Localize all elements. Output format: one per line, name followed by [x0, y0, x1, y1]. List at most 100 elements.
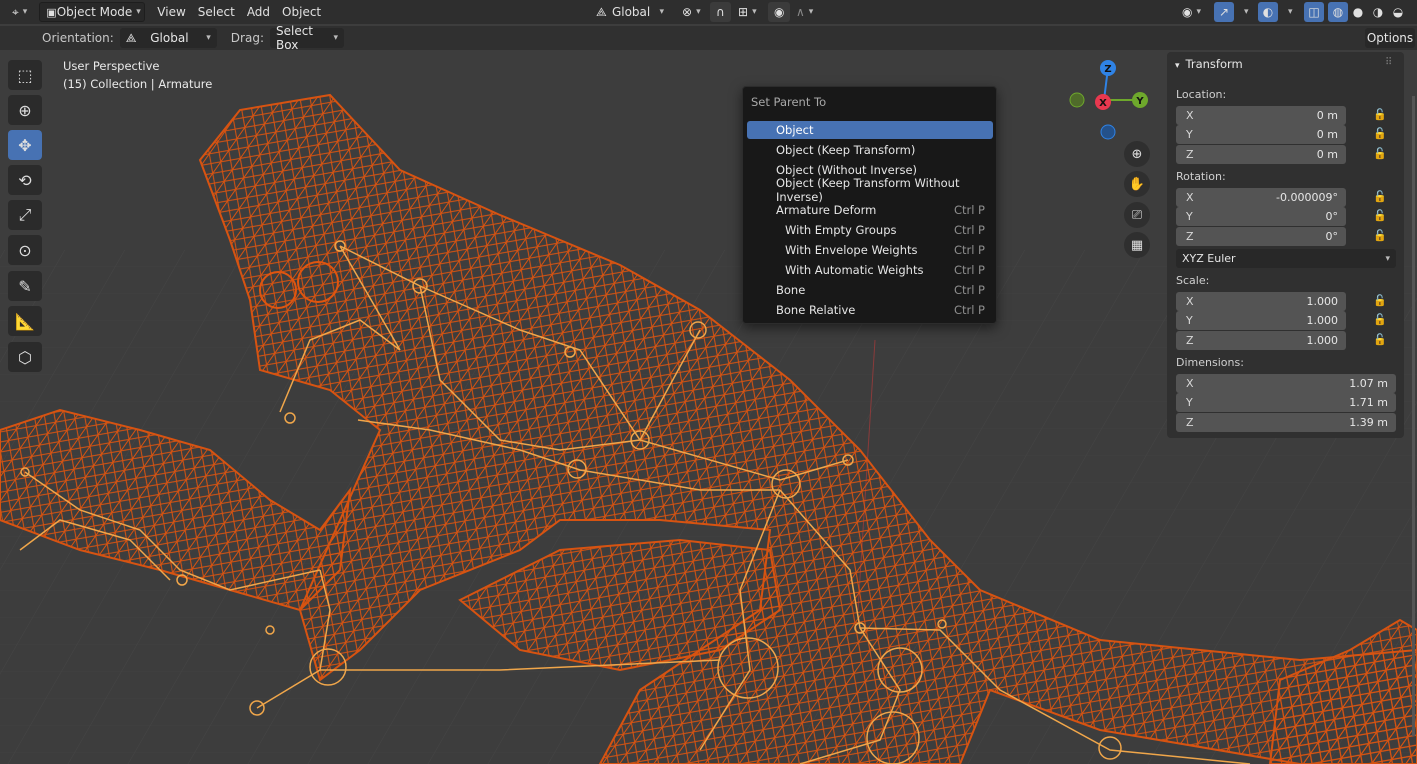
snap-toggle-button[interactable]: ∩ — [710, 2, 731, 22]
drag-dropdown[interactable]: Select Box ▾ — [269, 24, 344, 52]
pivot-point-button[interactable]: ⊗ ▾ — [676, 2, 707, 22]
visibility-button[interactable]: ◉ ▾ — [1176, 2, 1207, 22]
axis-label: Y — [1186, 314, 1193, 327]
pan-button[interactable]: ✋ — [1124, 171, 1150, 197]
chevron-down-icon: ▾ — [1288, 7, 1293, 17]
mode-dropdown[interactable]: ▣ Object Mode ▾ — [39, 2, 146, 22]
rotation-y-field[interactable]: Y 0° — [1176, 207, 1346, 226]
menu-item-object[interactable]: Object — [747, 121, 993, 139]
menu-item-object-keep-transform[interactable]: Object (Keep Transform) — [747, 141, 993, 159]
rotation-z-field[interactable]: Z 0° — [1176, 227, 1346, 246]
menu-select[interactable]: Select — [192, 2, 241, 22]
proportional-edit-button[interactable]: ◉ — [768, 2, 791, 22]
neg-z-axis-handle[interactable] — [1100, 124, 1116, 140]
scale-icon: ⤢ — [18, 205, 32, 224]
chevron-down-icon: ▾ — [206, 33, 211, 43]
xray-toggle-button[interactable]: ◫ — [1304, 2, 1324, 22]
select-box-tool[interactable]: ⬚ — [8, 60, 42, 90]
transform-panel-header[interactable]: ▾ Transform — [1175, 57, 1243, 71]
axis-label: Y — [1186, 128, 1193, 141]
unlock-icon[interactable]: 🔓 — [1373, 294, 1387, 308]
menu-item-bone-relative[interactable]: Bone Relative Ctrl P — [747, 301, 993, 319]
select-box-icon: ⬚ — [17, 65, 33, 85]
location-z-field[interactable]: Z 0 m — [1176, 145, 1346, 164]
axis-label: Y — [1186, 210, 1193, 223]
annotate-tool[interactable]: ✎ — [8, 271, 42, 301]
location-y-field[interactable]: Y 0 m — [1176, 125, 1346, 144]
field-value: 1.000 — [1306, 334, 1339, 347]
falloff-button[interactable]: ∧ ▾ — [790, 2, 819, 22]
unlock-icon[interactable]: 🔓 — [1373, 127, 1387, 141]
transform-tool[interactable]: ⊙ — [8, 235, 42, 265]
unlock-icon[interactable]: 🔓 — [1373, 209, 1387, 223]
menu-item-with-automatic-weights[interactable]: With Automatic Weights Ctrl P — [747, 261, 993, 279]
menu-add[interactable]: Add — [241, 2, 276, 22]
viewport-collection-label: (15) Collection | Armature — [63, 77, 213, 91]
unlock-icon[interactable]: 🔓 — [1373, 313, 1387, 327]
annotate-pen-icon: ✎ — [18, 276, 32, 296]
scale-tool[interactable]: ⤢ — [8, 200, 42, 230]
move-tool[interactable]: ✥ — [8, 130, 42, 160]
menu-view[interactable]: View — [151, 2, 191, 22]
unlock-icon[interactable]: 🔓 — [1373, 229, 1387, 243]
measure-tool[interactable]: 📐 — [8, 306, 42, 336]
add-cube-tool[interactable]: ⬡ — [8, 342, 42, 372]
menu-item-object-keep-transform-without-inverse[interactable]: Object (Keep Transform Without Inverse) — [747, 176, 993, 204]
menu-item-with-envelope-weights[interactable]: With Envelope Weights Ctrl P — [747, 241, 993, 259]
shading-material-button[interactable]: ◑ — [1368, 2, 1388, 22]
toolbar: ⬚ ⊕ ✥ ⟲ ⤢ ⊙ ✎ 📐 ⬡ — [8, 60, 46, 377]
chevron-down-icon: ▾ — [696, 7, 701, 17]
drag-handle-icon[interactable]: ⠿ — [1385, 57, 1392, 68]
orientation-dropdown[interactable]: ⟁ Global ▾ — [119, 28, 217, 48]
axis-label: X — [1186, 191, 1194, 204]
rotation-x-field[interactable]: X -0.000009° — [1176, 188, 1346, 207]
dimensions-z-field[interactable]: Z 1.39 m — [1176, 413, 1396, 432]
menu-item-with-empty-groups[interactable]: With Empty Groups Ctrl P — [747, 221, 993, 239]
rotate-tool[interactable]: ⟲ — [8, 165, 42, 195]
menu-item-label: Object (Keep Transform) — [776, 143, 916, 157]
neg-y-axis-handle[interactable] — [1069, 92, 1085, 108]
scale-x-field[interactable]: X 1.000 — [1176, 292, 1346, 311]
unlock-icon[interactable]: 🔓 — [1373, 333, 1387, 347]
location-label: Location: — [1176, 88, 1227, 101]
field-value: 0 m — [1316, 148, 1338, 161]
editor-type-button[interactable]: ⌖ ▾ — [6, 2, 33, 22]
camera-view-button[interactable]: ⎚ — [1124, 202, 1150, 228]
gizmo-options-button[interactable]: ▾ — [1234, 2, 1255, 22]
navigation-gizmo[interactable]: Z Y X — [1060, 56, 1150, 146]
perspective-toggle-button[interactable]: ▦ — [1124, 232, 1150, 258]
unlock-icon[interactable]: 🔓 — [1373, 108, 1387, 122]
options-button[interactable]: Options — [1365, 28, 1415, 48]
menu-item-label: With Empty Groups — [785, 223, 897, 237]
menu-item-bone[interactable]: Bone Ctrl P — [747, 281, 993, 299]
chevron-down-icon: ▾ — [808, 7, 814, 17]
unlock-icon[interactable]: 🔓 — [1373, 190, 1387, 204]
menu-item-shortcut: Ctrl P — [953, 303, 985, 317]
cursor-tool[interactable]: ⊕ — [8, 95, 42, 125]
snap-target-button[interactable]: ⊞ ▾ — [732, 2, 763, 22]
editor-type-icon: ⌖ — [12, 4, 19, 19]
field-value: 0° — [1325, 210, 1339, 223]
menu-item-shortcut: Ctrl P — [953, 203, 985, 217]
gizmo-toggle-button[interactable]: ↗ — [1214, 2, 1234, 22]
z-axis-label: Z — [1104, 64, 1111, 75]
location-x-field[interactable]: X 0 m — [1176, 106, 1346, 125]
shading-rendered-button[interactable]: ◒ — [1388, 2, 1408, 22]
dimensions-x-field[interactable]: X 1.07 m — [1176, 374, 1396, 393]
shading-solid-button[interactable]: ● — [1348, 2, 1368, 22]
transform-orientation-dropdown[interactable]: ⟁ Global ▾ — [590, 2, 670, 22]
shading-wireframe-button[interactable]: ◍ — [1328, 2, 1348, 22]
options-label: Options — [1366, 31, 1414, 45]
overlays-options-button[interactable]: ▾ — [1278, 2, 1299, 22]
overlays-toggle-button[interactable]: ◐ — [1258, 2, 1278, 22]
unlock-icon[interactable]: 🔓 — [1373, 147, 1387, 161]
zoom-button[interactable]: ⊕ — [1124, 141, 1150, 167]
dimensions-y-field[interactable]: Y 1.71 m — [1176, 393, 1396, 412]
scale-z-field[interactable]: Z 1.000 — [1176, 331, 1346, 350]
menu-item-armature-deform[interactable]: Armature Deform Ctrl P — [747, 201, 993, 219]
menu-object[interactable]: Object — [276, 2, 327, 22]
rotation-mode-dropdown[interactable]: XYZ Euler ▾ — [1176, 249, 1396, 268]
sidebar-resize-handle[interactable] — [1412, 96, 1415, 736]
scale-y-field[interactable]: Y 1.000 — [1176, 311, 1346, 330]
hand-icon: ✋ — [1128, 176, 1146, 192]
